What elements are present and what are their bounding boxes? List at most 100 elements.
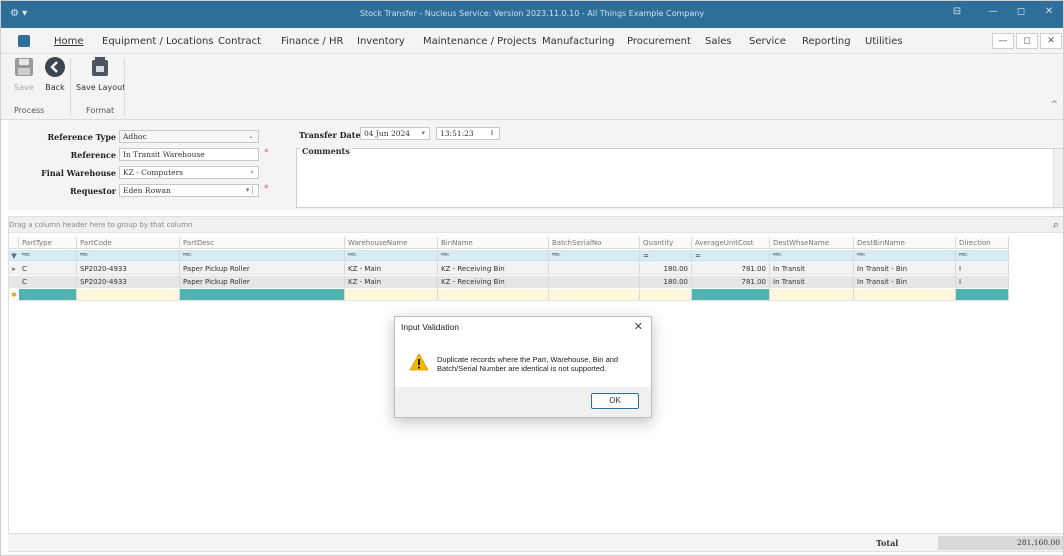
new-cell-quantity[interactable] [640, 289, 692, 301]
transfer-date-picker[interactable]: 04 Jun 2024 ▾ [360, 127, 430, 140]
cell-partcode[interactable]: SP2020-4933 [77, 263, 180, 275]
filter-cell-warehousename[interactable]: ᴿᴮᶜ [345, 250, 438, 262]
column-header-destbinname[interactable]: DestBinName [854, 237, 956, 249]
new-cell-destwhsename[interactable] [770, 289, 854, 301]
group-by-hint[interactable]: Drag a column header here to group by th… [9, 217, 1063, 233]
filter-cell-parttype[interactable]: ᴿᴮᶜ [19, 250, 77, 262]
new-cell-direction[interactable] [956, 289, 1009, 301]
cell-parttype[interactable]: C [19, 276, 77, 288]
menu-utilities[interactable]: Utilities [865, 36, 903, 47]
filter-cell-partcode[interactable]: ᴿᴮᶜ [77, 250, 180, 262]
menu-manufacturing[interactable]: Manufacturing [542, 36, 614, 47]
cell-averageunitcost[interactable]: 781.00 [692, 276, 770, 288]
column-header-batchserialno[interactable]: BatchSerialNo [549, 237, 640, 249]
menu-contract[interactable]: Contract [218, 36, 261, 47]
menu-procurement[interactable]: Procurement [627, 36, 691, 47]
cell-direction[interactable]: I [956, 263, 1009, 275]
table-row[interactable]: C SP2020-4933 Paper Pickup Roller KZ - M… [9, 276, 1009, 288]
menu-sales[interactable]: Sales [705, 36, 732, 47]
cell-destwhsename[interactable]: In Transit [770, 263, 854, 275]
ok-button[interactable]: OK [591, 393, 639, 409]
doc-restore-button[interactable]: ◻ [1016, 33, 1038, 49]
save-icon [15, 58, 33, 76]
cell-destbinname[interactable]: In Transit - Bin [854, 263, 956, 275]
menu-service[interactable]: Service [749, 36, 786, 47]
back-arrow-icon [45, 57, 65, 77]
maximize-button[interactable]: ◻ [1009, 6, 1033, 22]
doc-close-button[interactable]: ✕ [1040, 33, 1062, 49]
new-cell-warehousename[interactable] [345, 289, 438, 301]
column-header-destwhsename[interactable]: DestWhseName [770, 237, 854, 249]
column-header-direction[interactable]: Direction [956, 237, 1009, 249]
requestor-dropdown[interactable]: Eden Rowan ▾ | [119, 184, 259, 197]
menu-maintenance-projects[interactable]: Maintenance / Projects [423, 36, 537, 47]
cell-destwhsename[interactable]: In Transit [770, 276, 854, 288]
new-cell-binname[interactable] [438, 289, 549, 301]
cell-binname[interactable]: KZ - Receiving Bin [438, 263, 549, 275]
cell-quantity[interactable]: 180.00 [640, 263, 692, 275]
column-header-quantity[interactable]: Quantity [640, 237, 692, 249]
cell-warehousename[interactable]: KZ - Main [345, 263, 438, 275]
filter-cell-direction[interactable]: ᴿᴮᶜ [956, 250, 1009, 262]
cell-batchserialno[interactable] [549, 263, 640, 275]
save-layout-button[interactable]: Save Layout [76, 56, 125, 92]
search-icon[interactable]: ⌕ [250, 167, 254, 178]
cell-binname[interactable]: KZ - Receiving Bin [438, 276, 549, 288]
collapse-ribbon-icon[interactable]: ^ [1050, 100, 1058, 110]
new-cell-partcode[interactable] [77, 289, 180, 301]
cell-partcode[interactable]: SP2020-4933 [77, 276, 180, 288]
minimize-button[interactable]: — [981, 6, 1005, 22]
filter-cell-batchserialno[interactable]: ᴿᴮᶜ [549, 250, 640, 262]
new-cell-averageunitcost[interactable] [692, 289, 770, 301]
transfer-time-spinner[interactable]: 13:51:23 ⇕ [436, 127, 500, 140]
menu-equipment-locations[interactable]: Equipment / Locations [102, 36, 214, 47]
filter-cell-destbinname[interactable]: ᴿᴮᶜ [854, 250, 956, 262]
menu-home[interactable]: Home [54, 36, 84, 47]
column-header-binname[interactable]: BinName [438, 237, 549, 249]
comments-scrollbar[interactable] [1053, 149, 1063, 207]
new-cell-parttype[interactable] [19, 289, 77, 301]
spinner-icon[interactable]: ⇕ [489, 128, 495, 139]
cell-partdesc[interactable]: Paper Pickup Roller [180, 276, 345, 288]
save-button[interactable]: Save [12, 56, 36, 92]
column-header-averageunitcost[interactable]: AverageUnitCost [692, 237, 770, 249]
column-header-partcode[interactable]: PartCode [77, 237, 180, 249]
cell-parttype[interactable]: C [19, 263, 77, 275]
column-header-parttype[interactable]: PartType [19, 237, 77, 249]
comments-textarea[interactable] [296, 148, 1064, 208]
search-icon[interactable]: ⌕ [1053, 218, 1059, 232]
column-header-warehousename[interactable]: WarehouseName [345, 237, 438, 249]
final-warehouse-lookup[interactable]: KZ - Computers ⌕ [119, 166, 259, 179]
menu-reporting[interactable]: Reporting [802, 36, 851, 47]
filter-cell-destwhsename[interactable]: ᴿᴮᶜ [770, 250, 854, 262]
filter-cell-quantity[interactable]: = [640, 250, 692, 262]
new-cell-batchserialno[interactable] [549, 289, 640, 301]
restore-layout-icon[interactable]: ⊟ [945, 6, 969, 22]
new-cell-destbinname[interactable] [854, 289, 956, 301]
ribbon-separator [70, 58, 71, 116]
new-item-row[interactable]: ✱ [9, 289, 1009, 301]
cell-batchserialno[interactable] [549, 276, 640, 288]
doc-minimize-button[interactable]: — [992, 33, 1014, 49]
cell-warehousename[interactable]: KZ - Main [345, 276, 438, 288]
cell-destbinname[interactable]: In Transit - Bin [854, 276, 956, 288]
filter-cell-partdesc[interactable]: ᴿᴮᶜ [180, 250, 345, 262]
reference-type-dropdown[interactable]: Adhoc ⌄ [119, 130, 259, 143]
cell-quantity[interactable]: 180.00 [640, 276, 692, 288]
cell-partdesc[interactable]: Paper Pickup Roller [180, 263, 345, 275]
menu-finance-hr[interactable]: Finance / HR [281, 36, 343, 47]
cell-averageunitcost[interactable]: 781.00 [692, 263, 770, 275]
dialog-close-icon[interactable]: ✕ [634, 320, 643, 333]
reference-type-value: Adhoc [123, 132, 147, 141]
column-header-partdesc[interactable]: PartDesc [180, 237, 345, 249]
ribbon-separator [124, 58, 125, 116]
filter-cell-averageunitcost[interactable]: = [692, 250, 770, 262]
new-cell-partdesc[interactable] [180, 289, 345, 301]
filter-cell-binname[interactable]: ᴿᴮᶜ [438, 250, 549, 262]
table-row[interactable]: ▸ C SP2020-4933 Paper Pickup Roller KZ -… [9, 263, 1009, 275]
reference-input[interactable]: In Transit Warehouse [119, 148, 259, 161]
back-button[interactable]: Back [43, 56, 67, 92]
close-button[interactable]: ✕ [1037, 6, 1061, 22]
menu-inventory[interactable]: Inventory [357, 36, 405, 47]
cell-direction[interactable]: I [956, 276, 1009, 288]
